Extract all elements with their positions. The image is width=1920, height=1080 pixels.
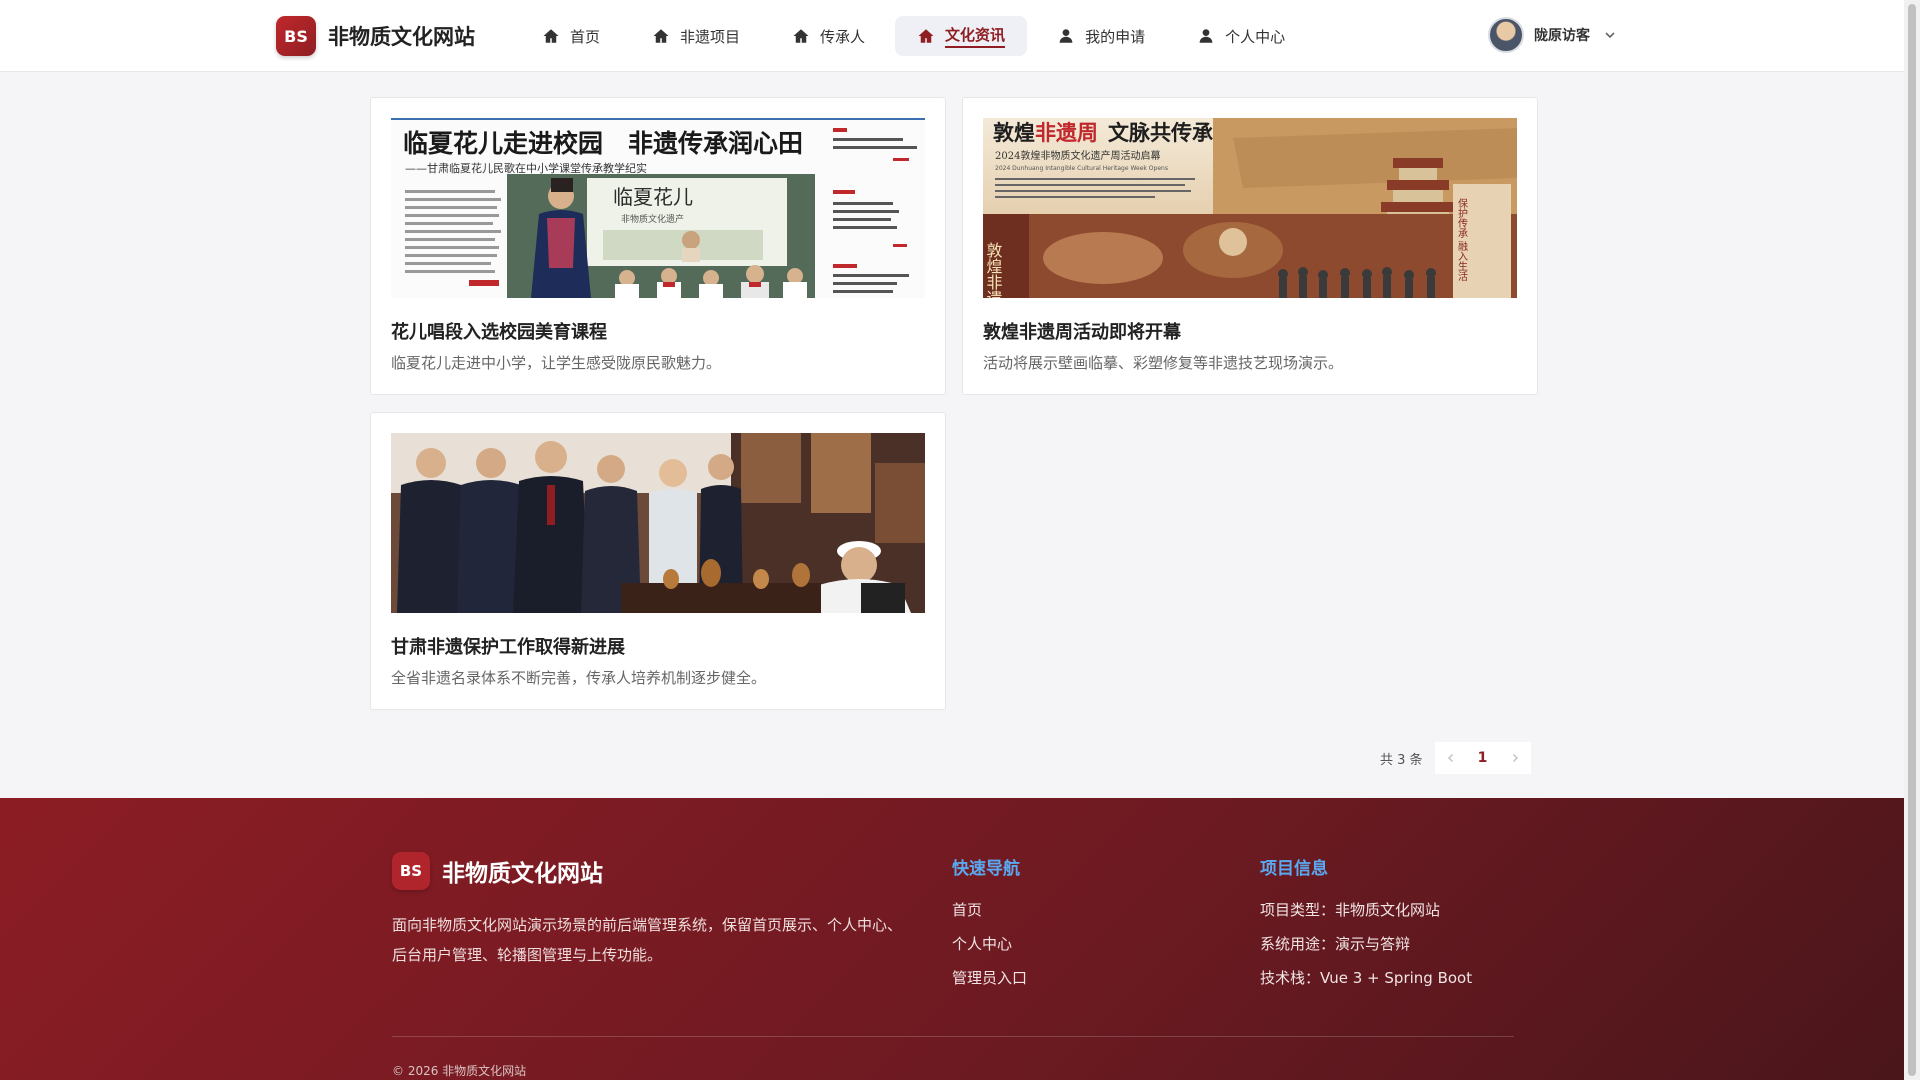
news-image-headline-highlight: 非遗周 <box>1035 120 1098 145</box>
next-page-button[interactable] <box>1498 742 1531 774</box>
home-icon <box>793 29 809 43</box>
footer-quick-nav: 快速导航 首页 个人中心 管理员入口 <box>952 854 1027 995</box>
user-icon <box>1059 29 1073 43</box>
footer-logo-badge: BS <box>392 852 430 890</box>
footer-info-item: 系统用途：演示与答辩 <box>1260 935 1411 953</box>
footer-divider <box>392 1036 1514 1037</box>
chevron-down-icon <box>1605 32 1615 39</box>
news-image-subheadline: 2024敦煌非物质文化遗产周活动启幕 <box>995 149 1160 162</box>
news-card[interactable]: 临夏花儿走进校园 非遗传承润心田 ——甘肃临夏花儿民歌在中小学课堂传承教学纪实 … <box>370 97 946 395</box>
news-image-subheadline: ——甘肃临夏花儿民歌在中小学课堂传承教学纪实 <box>405 161 647 175</box>
nav-label: 我的申请 <box>1085 27 1146 46</box>
footer-project-info: 项目信息 项目类型：非物质文化网站 系统用途：演示与答辩 技术栈：Vue 3 +… <box>1260 854 1472 995</box>
nav-item-culture-news[interactable]: 文化资讯 <box>895 16 1028 56</box>
nav-item-my-applications[interactable]: 我的申请 <box>1035 16 1167 56</box>
news-summary: 临夏花儿走进中小学，让学生感受陇原民歌魅力。 <box>391 354 722 372</box>
footer-link-personal-center[interactable]: 个人中心 <box>952 927 1027 961</box>
site-name: 非物质文化网站 <box>328 25 475 49</box>
pagination-total: 共 3 条 <box>1380 752 1423 768</box>
user-icon <box>1199 29 1213 43</box>
site-footer: BS 非物质文化网站 面向非物质文化网站演示场景的前后端管理系统，保留首页展示、… <box>0 798 1904 1080</box>
footer-logo: BS 非物质文化网站 <box>392 852 603 890</box>
top-header: BS 非物质文化网站 首页 非遗项目 传承人 文化资讯 我的申请 个人中心 陇原… <box>0 0 1904 72</box>
page-number-button[interactable]: 1 <box>1466 742 1499 774</box>
news-image-headline: 临夏花儿走进校园 非遗传承润心田 <box>403 129 803 158</box>
footer-link-home[interactable]: 首页 <box>952 893 1027 927</box>
news-image-subheadline-en: 2024 Dunhuang Intangible Cultural Herita… <box>995 165 1168 172</box>
news-image-banner-text: 保护传承 融入生活 <box>1456 197 1468 282</box>
prev-page-button[interactable] <box>1434 742 1467 774</box>
news-image-headline-prefix: 敦煌 <box>993 120 1035 145</box>
nav-item-inheritors[interactable]: 传承人 <box>770 16 887 56</box>
news-image: 敦煌非遗 保护传承 融入生活 敦煌非遗周 文脉共传承 2024敦煌非物质文化遗产周… <box>983 118 1517 298</box>
news-card[interactable]: 敦煌非遗 保护传承 融入生活 敦煌非遗周 文脉共传承 2024敦煌非物质文化遗产周… <box>962 97 1538 395</box>
chevron-left-icon <box>1447 754 1453 762</box>
footer-link-admin-entry[interactable]: 管理员入口 <box>952 961 1027 995</box>
footer-project-info-title: 项目信息 <box>1260 859 1328 879</box>
footer-site-name: 非物质文化网站 <box>442 861 603 887</box>
news-image-headline-suffix: 文脉共传承 <box>1108 120 1213 145</box>
footer-quick-nav-title: 快速导航 <box>952 859 1020 879</box>
nav-label: 非遗项目 <box>680 27 741 46</box>
nav-label: 首页 <box>570 27 601 46</box>
home-icon <box>543 29 559 43</box>
footer-copyright: © 2026 非物质文化网站 <box>392 1064 527 1078</box>
nav-item-heritage-projects[interactable]: 非遗项目 <box>630 16 762 56</box>
main-nav: 首页 非遗项目 传承人 文化资讯 我的申请 个人中心 <box>520 16 1315 56</box>
pagination: 共 3 条 1 <box>1380 742 1531 774</box>
news-summary: 活动将展示壁画临摹、彩塑修复等非遗技艺现场演示。 <box>983 354 1344 372</box>
chevron-right-icon <box>1512 754 1518 762</box>
news-image <box>391 433 925 613</box>
avatar <box>1488 17 1524 53</box>
news-title: 甘肃非遗保护工作取得新进展 <box>391 637 625 658</box>
nav-label: 文化资讯 <box>945 24 1006 48</box>
home-icon <box>653 29 669 43</box>
scrollbar-thumb[interactable] <box>1908 4 1916 1076</box>
nav-item-home[interactable]: 首页 <box>520 16 622 56</box>
news-image: 临夏花儿走进校园 非遗传承润心田 ——甘肃临夏花儿民歌在中小学课堂传承教学纪实 … <box>391 118 925 298</box>
site-logo[interactable]: BS 非物质文化网站 <box>276 16 475 56</box>
logo-badge: BS <box>276 16 316 56</box>
nav-item-personal-center[interactable]: 个人中心 <box>1175 16 1307 56</box>
nav-label: 传承人 <box>820 27 866 46</box>
user-name: 陇原访客 <box>1534 28 1590 44</box>
nav-label: 个人中心 <box>1225 27 1286 46</box>
news-summary: 全省非遗名录体系不断完善，传承人培养机制逐步健全。 <box>391 669 767 687</box>
news-title: 敦煌非遗周活动即将开幕 <box>983 322 1181 343</box>
home-icon <box>918 29 934 43</box>
footer-description: 面向非物质文化网站演示场景的前后端管理系统，保留首页展示、个人中心、后台用户管理… <box>392 916 903 964</box>
page-scrollbar[interactable] <box>1904 0 1920 1080</box>
news-image-board-sub: 非物质文化遗产 <box>621 213 684 225</box>
news-image-board-text: 临夏花儿 <box>613 185 693 209</box>
footer-info-item: 项目类型：非物质文化网站 <box>1260 901 1441 919</box>
user-menu[interactable]: 陇原访客 <box>1488 17 1616 53</box>
news-card[interactable]: 甘肃非遗保护工作取得新进展 全省非遗名录体系不断完善，传承人培养机制逐步健全。 <box>370 412 946 710</box>
footer-info-item: 技术栈：Vue 3 + Spring Boot <box>1260 969 1473 987</box>
news-image-vertical-text: 敦煌非遗 <box>984 242 1003 298</box>
news-title: 花儿唱段入选校园美育课程 <box>391 322 607 343</box>
